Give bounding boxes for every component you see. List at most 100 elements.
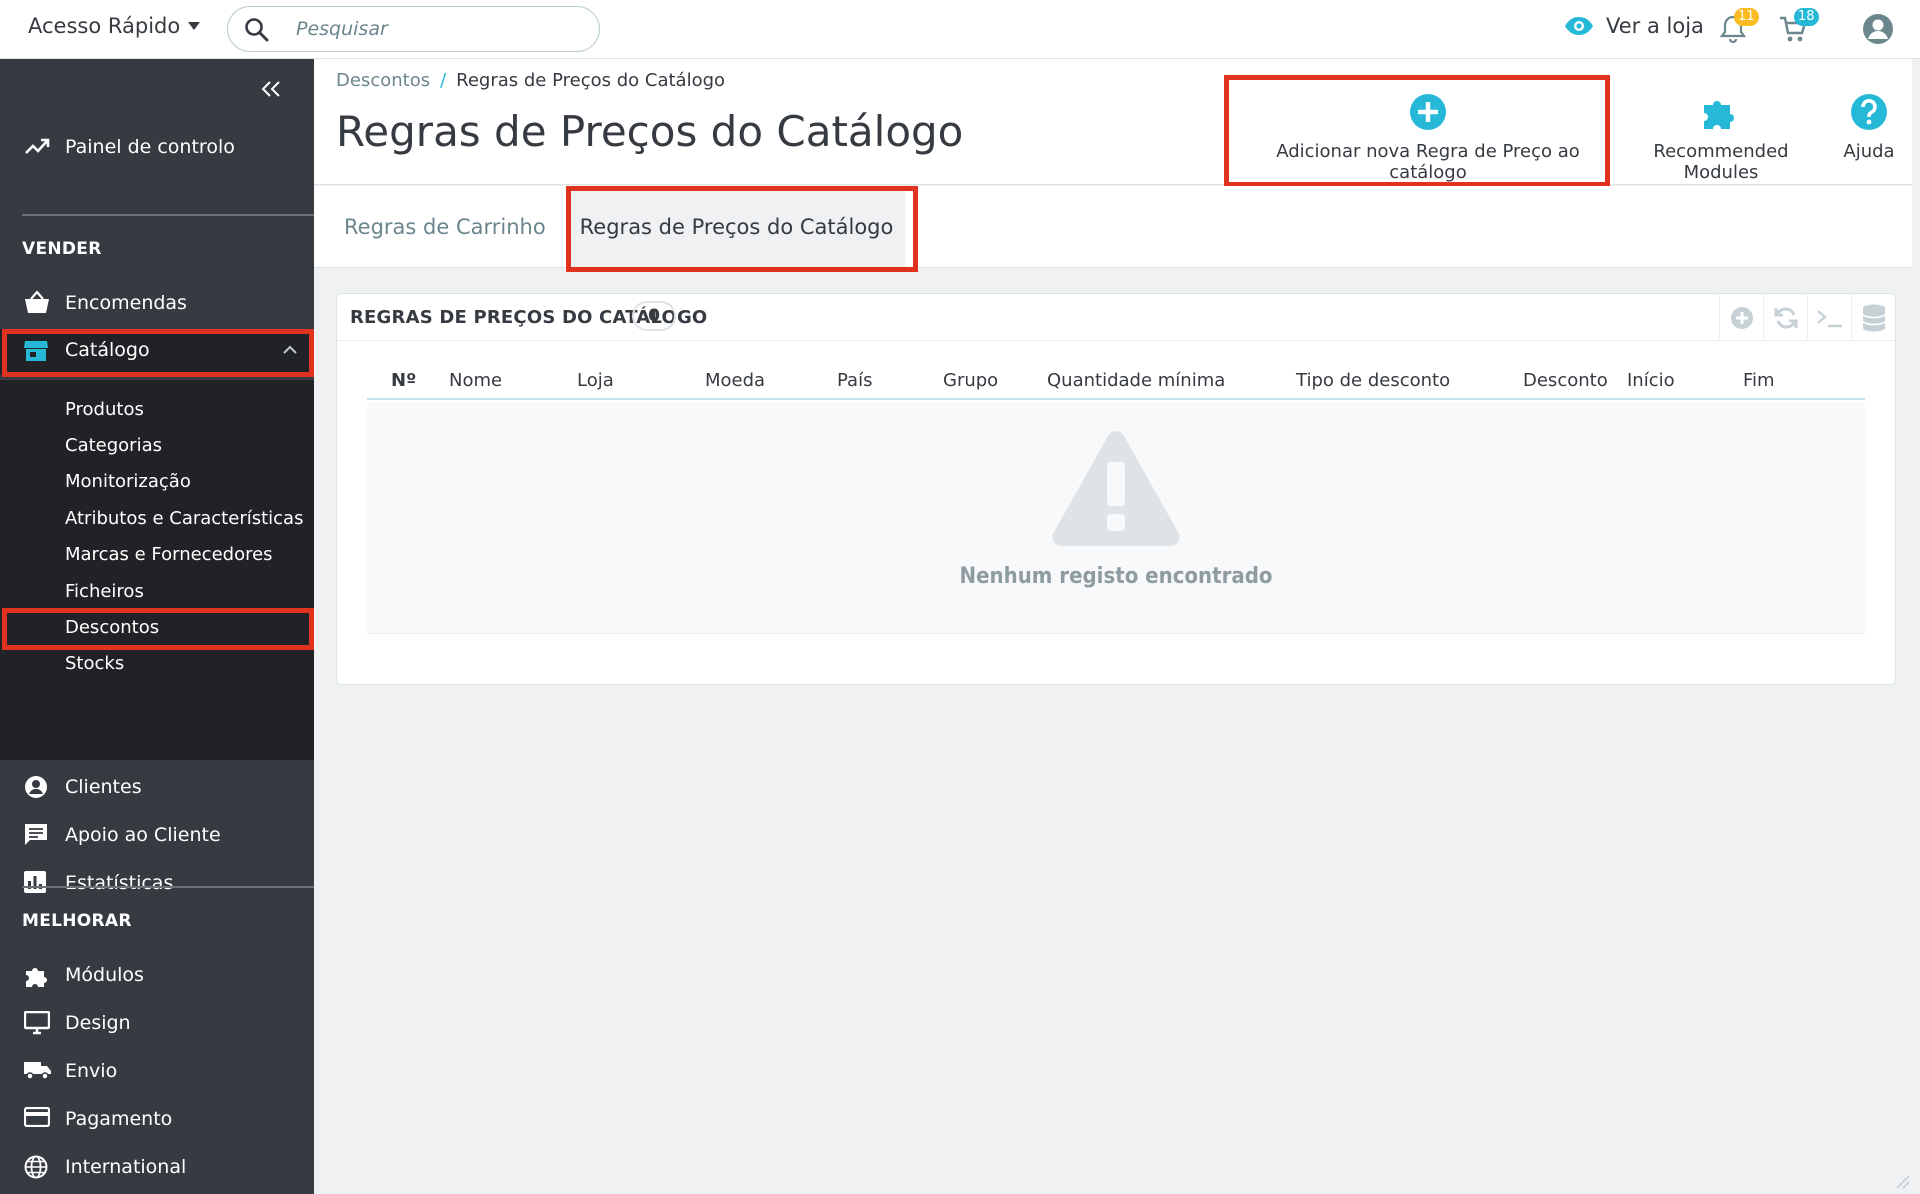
page-title: Regras de Preços do Catálogo	[336, 107, 964, 156]
sidebar-item-catalog[interactable]: Catálogo	[0, 329, 314, 375]
trending-up-icon	[24, 135, 50, 157]
caret-down-icon	[188, 22, 201, 30]
notifications-badge: 11	[1734, 8, 1759, 26]
sidebar-item-orders[interactable]: Encomendas	[0, 281, 314, 325]
tab-cart-rules[interactable]: Regras de Carrinho	[344, 186, 546, 268]
tab-catalog-price-rules[interactable]: Regras de Preços do Catálogo	[568, 186, 905, 268]
catalog-price-rules-panel: REGRAS DE PREÇOS DO CATÁLOGO 0 Nº Nome L…	[336, 293, 1896, 685]
eye-icon	[1564, 16, 1594, 36]
sidebar-item-shipping[interactable]: Envio	[0, 1049, 314, 1093]
collapse-sidebar-button[interactable]	[260, 81, 282, 97]
user-icon	[1862, 13, 1894, 45]
help-circle-icon	[1834, 93, 1904, 131]
table-header: Nº Nome Loja Moeda País Grupo Quantidade…	[367, 366, 1865, 400]
submenu-item-products[interactable]: Produtos	[65, 399, 144, 420]
quick-access-label: Acesso Rápido	[28, 14, 181, 38]
sql-query-icon[interactable]	[1807, 294, 1851, 341]
sidebar-item-stats[interactable]: Estatísticas	[0, 861, 314, 905]
column-header-country: País	[837, 370, 873, 391]
user-circle-icon	[24, 775, 48, 799]
refresh-icon[interactable]	[1763, 294, 1807, 341]
puzzle-icon	[24, 963, 50, 989]
top-bar: Acesso Rápido Pesquisar Ver a loja 11 18	[0, 0, 1920, 59]
breadcrumb-link-discounts[interactable]: Descontos	[336, 70, 430, 91]
column-header-start: Início	[1627, 370, 1675, 391]
sidebar-item-customer-service[interactable]: Apoio ao Cliente	[0, 813, 314, 857]
column-header-shop: Loja	[577, 370, 614, 391]
puzzle-icon	[1616, 93, 1826, 131]
sidebar-item-payment[interactable]: Pagamento	[0, 1097, 314, 1141]
sidebar-divider	[22, 886, 314, 888]
recommended-modules-label: Recommended Modules	[1653, 141, 1789, 183]
double-chevron-left-icon	[260, 81, 282, 97]
user-account-button[interactable]	[1862, 13, 1894, 45]
orders-badge: 18	[1794, 8, 1819, 26]
submenu-item-categories[interactable]: Categorias	[65, 435, 162, 456]
quick-access-dropdown[interactable]: Acesso Rápido	[28, 14, 201, 38]
column-header-name: Nome	[449, 370, 503, 391]
panel-toolbar	[1719, 294, 1895, 341]
sidebar-item-label: Encomendas	[65, 292, 187, 314]
monitor-icon	[24, 1011, 50, 1035]
plus-circle-icon	[1240, 93, 1616, 131]
basket-icon	[24, 291, 50, 315]
help-button[interactable]: Ajuda	[1834, 93, 1904, 162]
submenu-item-discounts[interactable]: Descontos	[65, 617, 159, 638]
add-button-label: Adicionar nova Regra de Preço ao catálog…	[1276, 141, 1580, 183]
orders-button[interactable]: 18	[1778, 8, 1819, 44]
credit-card-icon	[24, 1107, 50, 1127]
section-heading-sell: VENDER	[22, 239, 102, 259]
tabs-bar: Regras de Carrinho Regras de Preços do C…	[314, 186, 1912, 272]
breadcrumb-current: Regras de Preços do Catálogo	[456, 70, 726, 91]
record-count-badge: 0	[632, 301, 676, 331]
column-header-min-quantity: Quantidade mínima	[1047, 370, 1226, 391]
breadcrumb-separator: /	[440, 70, 447, 91]
column-header-id: Nº	[391, 370, 417, 391]
submenu-item-files[interactable]: Ficheiros	[65, 581, 144, 602]
sidebar-item-dashboard[interactable]: Painel de controlo	[0, 125, 314, 169]
column-header-end: Fim	[1743, 370, 1775, 391]
notifications-button[interactable]: 11	[1720, 8, 1759, 44]
view-shop-link[interactable]: Ver a loja	[1564, 14, 1704, 38]
database-export-icon[interactable]	[1851, 294, 1895, 341]
column-header-group: Grupo	[943, 370, 999, 391]
globe-icon	[24, 1155, 48, 1179]
sidebar-item-label: Módulos	[65, 964, 144, 986]
sidebar: Painel de controlo VENDER Encomendas Cat…	[0, 59, 314, 1194]
resize-handle-icon[interactable]	[1892, 1171, 1910, 1189]
submenu-item-brands[interactable]: Marcas e Fornecedores	[65, 544, 273, 565]
chevron-up-icon	[283, 345, 297, 354]
breadcrumb: Descontos / Regras de Preços do Catálogo	[336, 70, 725, 91]
sidebar-item-modules[interactable]: Módulos	[0, 953, 314, 997]
submenu-item-stocks[interactable]: Stocks	[65, 653, 124, 674]
sidebar-divider	[22, 214, 314, 216]
recommended-modules-button[interactable]: Recommended Modules	[1616, 93, 1826, 183]
view-shop-label: Ver a loja	[1606, 14, 1704, 38]
sidebar-item-international[interactable]: International	[0, 1145, 314, 1189]
bar-chart-icon	[24, 871, 46, 893]
sidebar-item-label: International	[65, 1156, 187, 1178]
sidebar-item-label: Pagamento	[65, 1108, 173, 1130]
main-content: Descontos / Regras de Preços do Catálogo R…	[314, 59, 1920, 1194]
add-new-icon[interactable]	[1719, 294, 1763, 341]
column-header-discount-type: Tipo de desconto	[1296, 370, 1451, 391]
column-header-currency: Moeda	[705, 370, 766, 391]
empty-state: Nenhum registo encontrado	[367, 402, 1865, 634]
search-input[interactable]: Pesquisar	[296, 18, 388, 40]
panel-header: REGRAS DE PREÇOS DO CATÁLOGO 0	[337, 294, 1895, 341]
search-box[interactable]: Pesquisar	[227, 6, 600, 52]
sidebar-item-design[interactable]: Design	[0, 1001, 314, 1045]
sidebar-item-label: Estatísticas	[65, 872, 174, 894]
catalog-submenu: Produtos Categorias Monitorização Atribu…	[0, 380, 314, 760]
submenu-item-attributes[interactable]: Atributos e Características	[65, 508, 303, 529]
sidebar-item-customers[interactable]: Clientes	[0, 765, 314, 809]
sidebar-item-label: Painel de controlo	[65, 136, 235, 158]
add-catalog-price-rule-button[interactable]: Adicionar nova Regra de Preço ao catálog…	[1240, 93, 1616, 183]
sidebar-item-label: Design	[65, 1012, 131, 1034]
sidebar-item-label: Apoio ao Cliente	[65, 824, 221, 846]
search-icon[interactable]	[244, 17, 270, 43]
sidebar-item-label: Clientes	[65, 776, 142, 798]
submenu-item-monitoring[interactable]: Monitorização	[65, 471, 191, 492]
store-icon	[24, 340, 48, 362]
sidebar-item-label: Catálogo	[65, 339, 150, 361]
